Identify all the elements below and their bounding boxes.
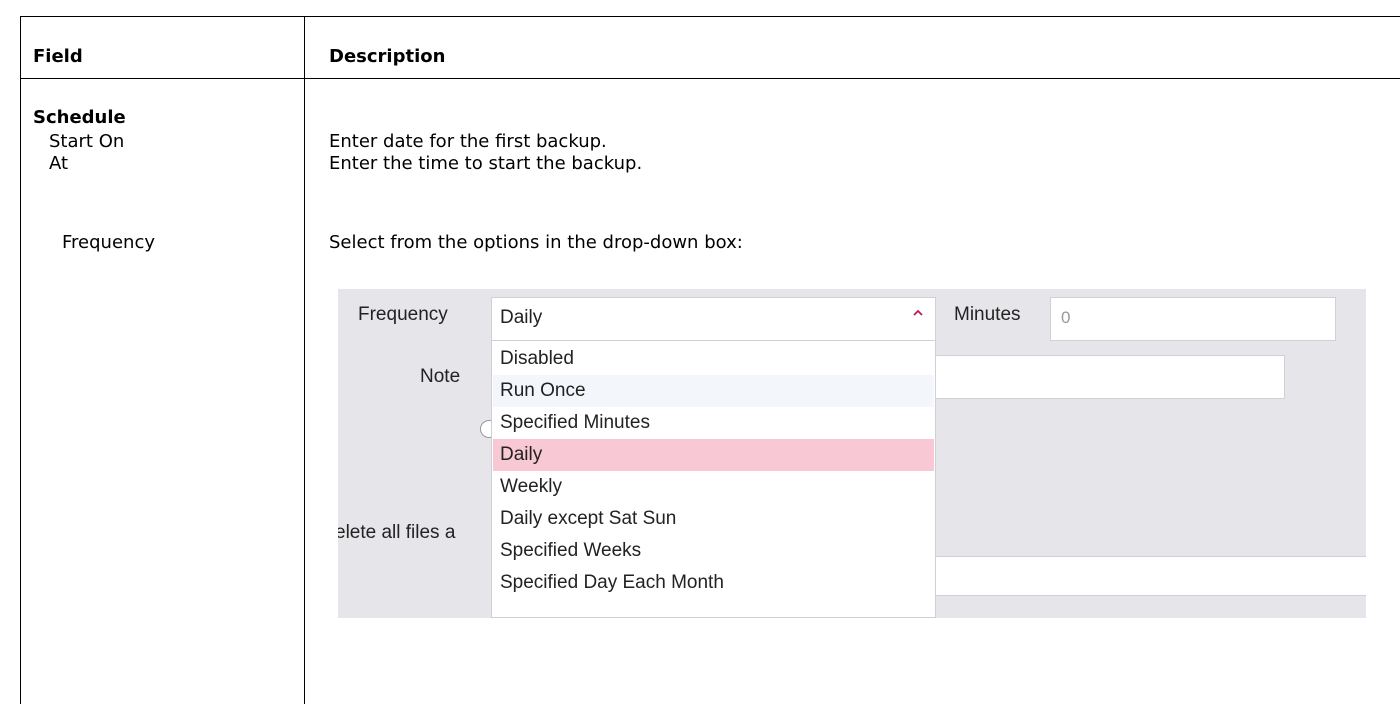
header-field: Field xyxy=(33,46,83,67)
note-label: Note xyxy=(420,366,461,387)
frequency-options-list: Disabled Run Once Specified Minutes Dail… xyxy=(491,340,936,618)
option-weekly[interactable]: Weekly xyxy=(493,471,934,503)
background-input-field[interactable] xyxy=(936,556,1366,596)
table-border-top xyxy=(20,16,1400,17)
frequency-combobox[interactable]: Daily xyxy=(491,297,936,341)
option-specified-weeks[interactable]: Specified Weeks xyxy=(493,535,934,567)
field-frequency: Frequency xyxy=(62,232,155,253)
minutes-input-value: 0 xyxy=(1061,308,1071,327)
field-start-on: Start On xyxy=(49,131,125,152)
frequency-dropdown-screenshot: Frequency Daily Minutes 0 Note elete all… xyxy=(338,289,1366,618)
desc-at: Enter the time to start the backup. xyxy=(329,153,643,174)
frequency-combobox-value: Daily xyxy=(500,307,543,328)
header-description: Description xyxy=(329,46,446,67)
option-daily-except-sat-sun[interactable]: Daily except Sat Sun xyxy=(493,503,934,535)
field-at: At xyxy=(49,153,69,174)
option-run-once[interactable]: Run Once xyxy=(493,375,934,407)
frequency-label: Frequency xyxy=(358,304,448,325)
option-disabled[interactable]: Disabled xyxy=(493,343,934,375)
table-header-divider xyxy=(20,78,1400,79)
section-title-schedule: Schedule xyxy=(33,107,126,128)
table-column-divider xyxy=(304,16,305,704)
option-specified-day-each-month[interactable]: Specified Day Each Month xyxy=(493,567,934,599)
table-border-left xyxy=(20,16,21,704)
option-daily[interactable]: Daily xyxy=(493,439,934,471)
minutes-input[interactable]: 0 xyxy=(1050,297,1336,341)
desc-frequency: Select from the options in the drop-down… xyxy=(329,232,743,253)
minutes-label: Minutes xyxy=(954,304,1021,325)
desc-start-on: Enter date for the first backup. xyxy=(329,131,607,152)
field-description-table: Field Description Schedule Start On Ente… xyxy=(0,0,1400,704)
chevron-up-icon xyxy=(913,309,923,316)
delete-all-files-label: elete all files a xyxy=(338,522,456,543)
note-input[interactable] xyxy=(936,355,1285,399)
option-specified-minutes[interactable]: Specified Minutes xyxy=(493,407,934,439)
